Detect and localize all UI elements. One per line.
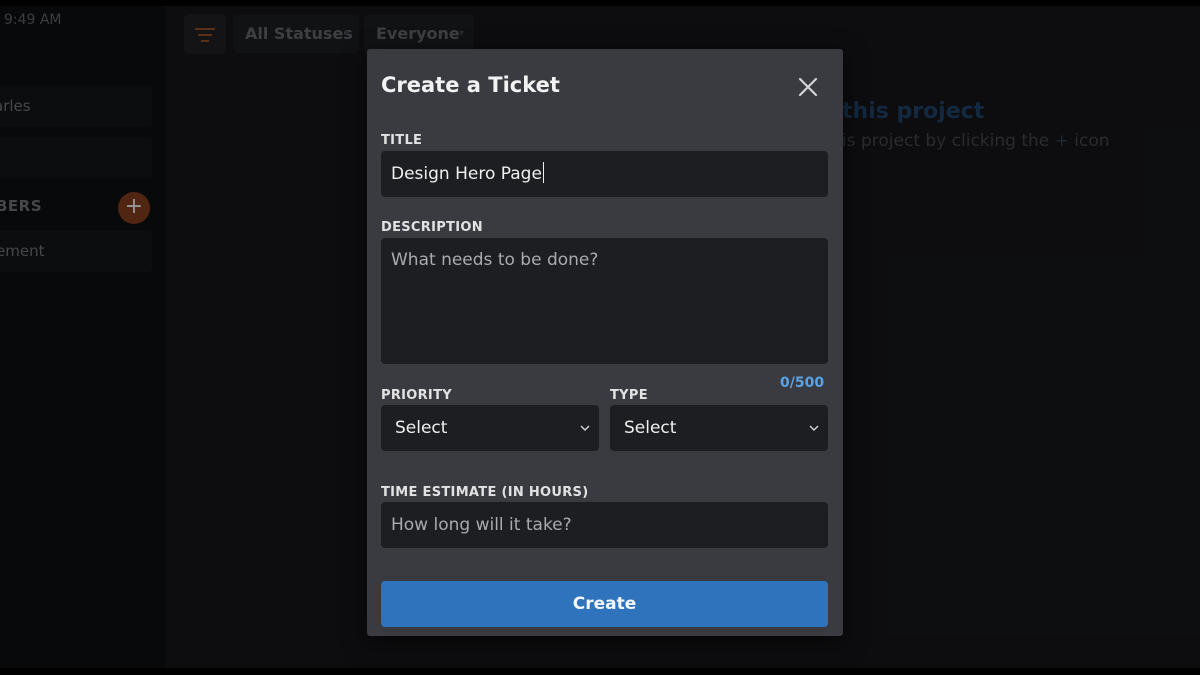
description-label: DESCRIPTION bbox=[381, 220, 483, 235]
title-input[interactable]: Design Hero Page bbox=[381, 151, 828, 197]
chevron-down-icon bbox=[580, 425, 590, 432]
description-textarea[interactable] bbox=[381, 238, 828, 364]
type-label: TYPE bbox=[610, 388, 648, 403]
text-cursor bbox=[542, 162, 544, 183]
modal-title: Create a Ticket bbox=[381, 73, 560, 97]
priority-label: PRIORITY bbox=[381, 388, 452, 403]
type-select[interactable]: Select bbox=[610, 405, 828, 451]
create-button[interactable]: Create bbox=[381, 581, 828, 627]
chevron-down-icon bbox=[809, 425, 819, 432]
priority-select-value: Select bbox=[395, 418, 448, 438]
title-input-value: Design Hero Page bbox=[391, 164, 542, 184]
create-ticket-modal: Create a Ticket TITLE Design Hero Page D… bbox=[367, 49, 843, 636]
type-select-value: Select bbox=[624, 418, 677, 438]
time-estimate-label: TIME ESTIMATE (IN HOURS) bbox=[381, 485, 589, 500]
title-label: TITLE bbox=[381, 133, 423, 148]
time-estimate-input[interactable] bbox=[381, 502, 828, 548]
app-window: t 9:49 AM arles BERS + ement All Statuse… bbox=[0, 6, 1200, 668]
close-icon[interactable] bbox=[794, 73, 822, 101]
character-counter: 0/500 bbox=[780, 375, 825, 391]
priority-select[interactable]: Select bbox=[381, 405, 599, 451]
